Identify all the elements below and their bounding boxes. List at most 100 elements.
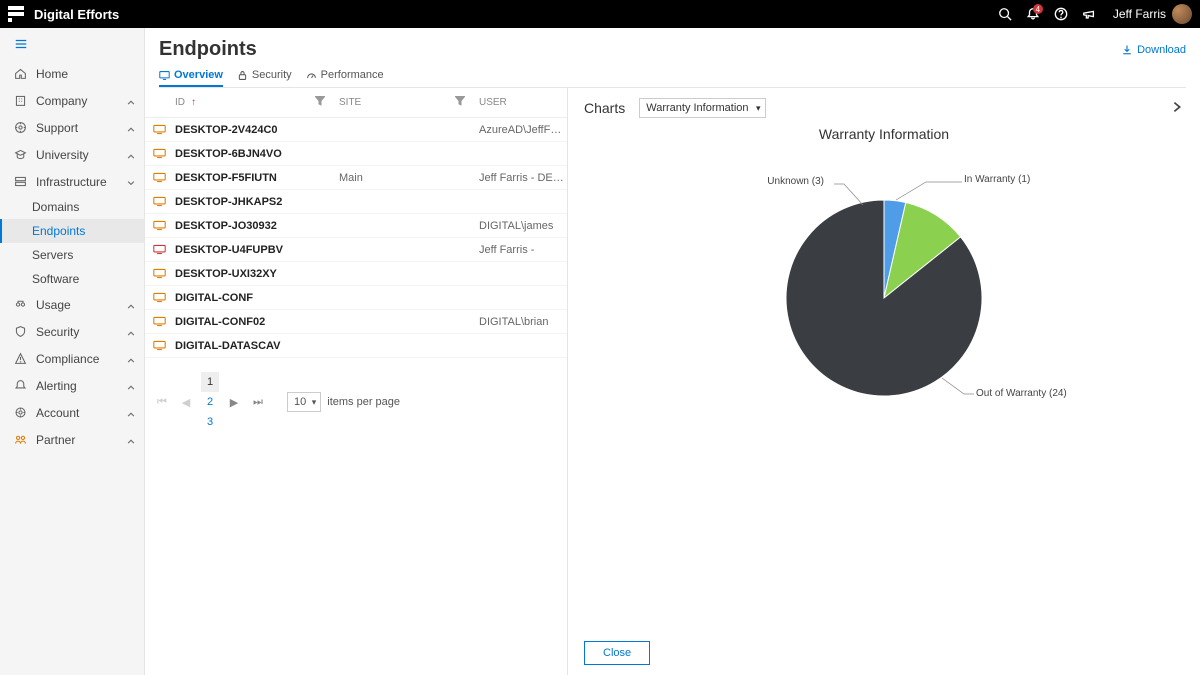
chevron-icon bbox=[126, 177, 136, 187]
megaphone-icon[interactable] bbox=[1077, 2, 1101, 26]
page-size-select[interactable]: 10 bbox=[287, 392, 321, 412]
sidebar-item-infrastructure[interactable]: Infrastructure bbox=[0, 168, 144, 195]
table-row[interactable]: DESKTOP-6BJN4VO bbox=[145, 142, 567, 166]
endpoint-id[interactable]: DESKTOP-2V424C0 bbox=[175, 124, 315, 136]
usage-icon bbox=[12, 297, 28, 313]
endpoint-icon bbox=[145, 340, 175, 351]
pager-page-3[interactable]: 3 bbox=[201, 412, 219, 432]
sidebar-item-label: Alerting bbox=[36, 379, 126, 393]
endpoint-id[interactable]: DESKTOP-UXI32XY bbox=[175, 268, 315, 280]
endpoint-id[interactable]: DESKTOP-F5FIUTN bbox=[175, 172, 315, 184]
sidebar-item-label: University bbox=[36, 148, 126, 162]
close-button[interactable]: Close bbox=[584, 641, 650, 665]
sidebar-item-account[interactable]: Account bbox=[0, 399, 144, 426]
charts-title: Charts bbox=[584, 100, 625, 116]
th-id[interactable]: ID bbox=[175, 97, 185, 108]
endpoint-id[interactable]: DESKTOP-U4FUPBV bbox=[175, 244, 315, 256]
table-row[interactable]: DESKTOP-2V424C0 AzureAD\JeffFarris bbox=[145, 118, 567, 142]
pager-prev[interactable]: ◀ bbox=[177, 392, 195, 412]
bell-icon[interactable]: 4 bbox=[1021, 2, 1045, 26]
chart-label-unknown: Unknown (3) bbox=[767, 176, 824, 187]
sidebar-sub-endpoints[interactable]: Endpoints bbox=[0, 219, 144, 243]
table-row[interactable]: DIGITAL-CONF bbox=[145, 286, 567, 310]
sidebar-item-company[interactable]: Company bbox=[0, 87, 144, 114]
page-head: Endpoints Download OverviewSecurityPerfo… bbox=[145, 28, 1200, 88]
pager: ⏮ ◀ 123 ▶ ⏭ 10 items per page bbox=[145, 358, 567, 446]
sidebar-sub-domains[interactable]: Domains bbox=[0, 195, 144, 219]
sidebar-item-label: Company bbox=[36, 94, 126, 108]
sidebar-item-label: Security bbox=[36, 325, 126, 339]
tab-overview[interactable]: Overview bbox=[159, 65, 223, 87]
sidebar-item-alerting[interactable]: Alerting bbox=[0, 372, 144, 399]
search-icon[interactable] bbox=[993, 2, 1017, 26]
table-row[interactable]: DESKTOP-JO30932 DIGITAL\james bbox=[145, 214, 567, 238]
items-per-page-label: items per page bbox=[327, 396, 400, 408]
infrastructure-icon bbox=[12, 174, 28, 190]
brand-title: Digital Efforts bbox=[34, 7, 119, 22]
endpoint-id[interactable]: DIGITAL-CONF bbox=[175, 292, 315, 304]
pager-last[interactable]: ⏭ bbox=[249, 392, 267, 412]
th-site[interactable]: SITE bbox=[335, 97, 455, 108]
company-icon bbox=[12, 93, 28, 109]
tab-security[interactable]: Security bbox=[237, 65, 292, 87]
sidebar-item-label: Partner bbox=[36, 433, 126, 447]
sidebar-item-partner[interactable]: Partner bbox=[0, 426, 144, 453]
avatar[interactable] bbox=[1172, 4, 1192, 24]
tab-label: Overview bbox=[174, 69, 223, 81]
sort-asc-icon[interactable]: ↑ bbox=[191, 97, 196, 108]
sidebar-item-security[interactable]: Security bbox=[0, 318, 144, 345]
table-row[interactable]: DESKTOP-U4FUPBVJeff Farris - bbox=[145, 238, 567, 262]
user-name[interactable]: Jeff Farris bbox=[1113, 7, 1166, 21]
chart-select[interactable]: Warranty Information bbox=[639, 98, 765, 118]
filter-site-icon[interactable] bbox=[455, 96, 475, 109]
hamburger-icon[interactable] bbox=[0, 28, 144, 60]
endpoint-user: DIGITAL\brian bbox=[475, 316, 567, 328]
sidebar-item-usage[interactable]: Usage bbox=[0, 291, 144, 318]
sidebar-item-home[interactable]: Home bbox=[0, 60, 144, 87]
endpoint-user: Jeff Farris - DESKTOP-F5FIUTN bbox=[475, 172, 567, 184]
sidebar-item-compliance[interactable]: Compliance bbox=[0, 345, 144, 372]
endpoint-user: AzureAD\JeffFarris bbox=[475, 124, 567, 136]
help-icon[interactable] bbox=[1049, 2, 1073, 26]
endpoint-site: Main bbox=[335, 172, 455, 184]
tab-label: Security bbox=[252, 69, 292, 81]
filter-id-icon[interactable] bbox=[315, 96, 335, 109]
sidebar-item-label: Compliance bbox=[36, 352, 126, 366]
pager-page-2[interactable]: 2 bbox=[201, 392, 219, 412]
table-row[interactable]: DIGITAL-CONF02 DIGITAL\brian bbox=[145, 310, 567, 334]
pager-first[interactable]: ⏮ bbox=[153, 392, 171, 412]
pager-page-1[interactable]: 1 bbox=[201, 372, 219, 392]
table-row[interactable]: DIGITAL-DATASCAV bbox=[145, 334, 567, 358]
table-row[interactable]: DESKTOP-UXI32XY bbox=[145, 262, 567, 286]
endpoint-icon bbox=[145, 196, 175, 207]
endpoint-id[interactable]: DIGITAL-CONF02 bbox=[175, 316, 315, 328]
expand-icon[interactable] bbox=[1170, 100, 1184, 117]
sidebar-item-support[interactable]: Support bbox=[0, 114, 144, 141]
endpoint-table: ID ↑ SITE USER DESKTOP-2V424C0 AzureAD\Je… bbox=[145, 88, 568, 675]
sidebar-item-university[interactable]: University bbox=[0, 141, 144, 168]
sidebar-sub-software[interactable]: Software bbox=[0, 267, 144, 291]
endpoint-id[interactable]: DIGITAL-DATASCAV bbox=[175, 340, 315, 352]
endpoint-icon bbox=[145, 268, 175, 279]
download-button[interactable]: Download bbox=[1121, 44, 1186, 56]
chevron-icon bbox=[126, 150, 136, 160]
endpoint-id[interactable]: DESKTOP-6BJN4VO bbox=[175, 148, 315, 160]
pager-next[interactable]: ▶ bbox=[225, 392, 243, 412]
table-row[interactable]: DESKTOP-JHKAPS2 bbox=[145, 190, 567, 214]
sidebar-item-label: Home bbox=[36, 67, 136, 81]
endpoint-icon bbox=[145, 124, 175, 135]
chevron-icon bbox=[126, 408, 136, 418]
endpoint-user: DIGITAL\james bbox=[475, 220, 567, 232]
endpoint-id[interactable]: DESKTOP-JHKAPS2 bbox=[175, 196, 315, 208]
charts-pane: Charts Warranty Information Warranty Inf… bbox=[568, 88, 1200, 675]
notif-badge: 4 bbox=[1033, 4, 1043, 14]
app-launcher-icon[interactable] bbox=[8, 6, 24, 22]
endpoint-id[interactable]: DESKTOP-JO30932 bbox=[175, 220, 315, 232]
endpoint-icon bbox=[145, 220, 175, 231]
endpoint-icon bbox=[145, 292, 175, 303]
th-user[interactable]: USER bbox=[475, 97, 567, 108]
table-row[interactable]: DESKTOP-F5FIUTN Main Jeff Farris - DESKTOP… bbox=[145, 166, 567, 190]
sidebar-sub-servers[interactable]: Servers bbox=[0, 243, 144, 267]
tab-performance[interactable]: Performance bbox=[306, 65, 384, 87]
security-icon bbox=[12, 324, 28, 340]
